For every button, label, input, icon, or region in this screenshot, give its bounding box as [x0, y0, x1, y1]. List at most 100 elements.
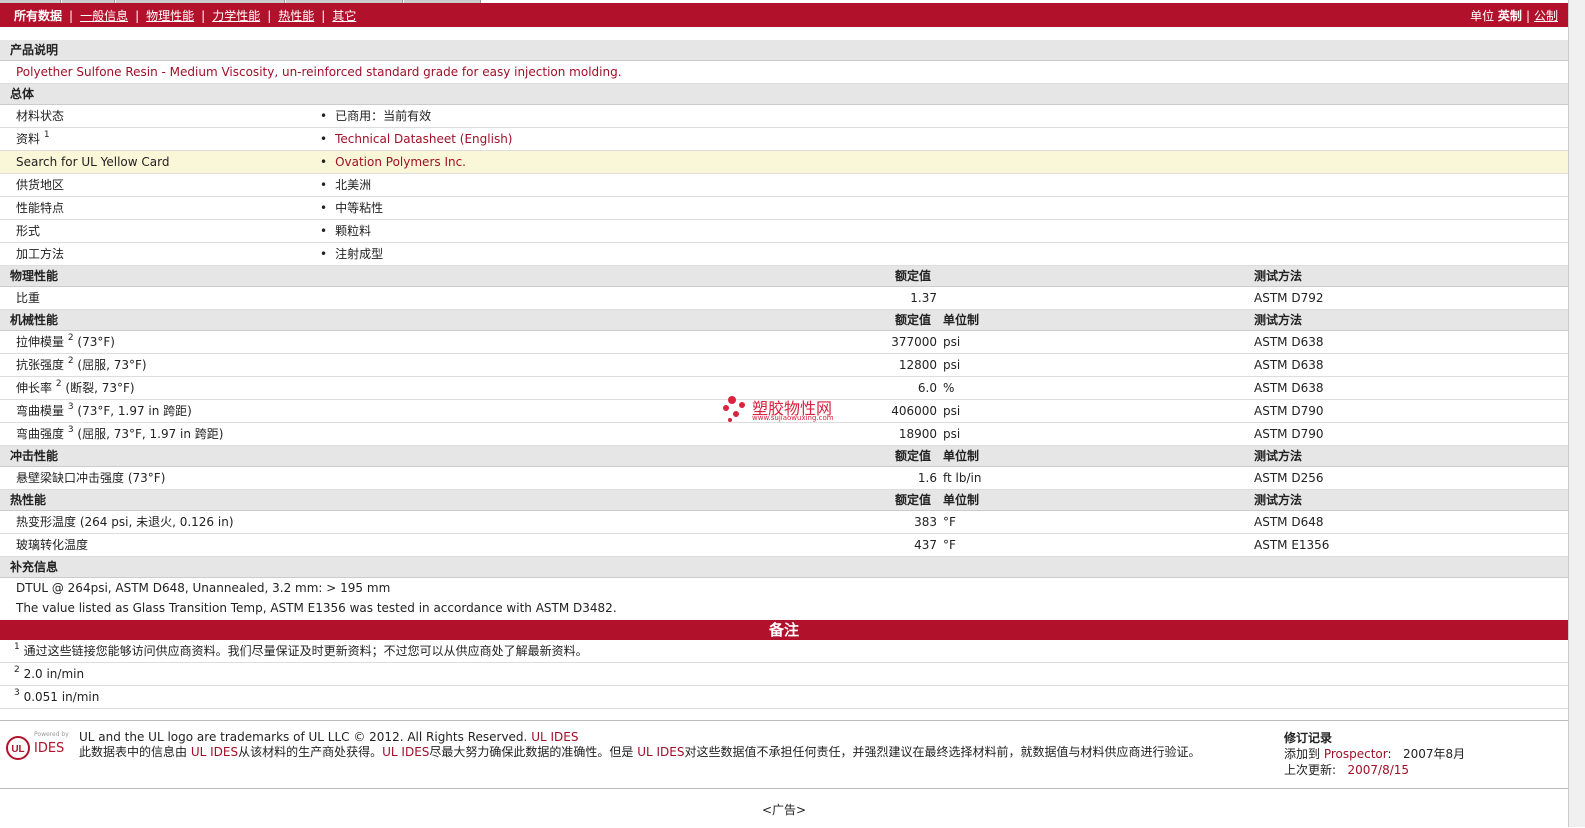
property-unit: ft lb/in	[943, 471, 982, 485]
property-test-method: ASTM D792	[1254, 291, 1324, 305]
property-name: 抗张强度 2 (屈服, 73°F)	[16, 354, 147, 376]
property-value: 1.6	[917, 471, 937, 485]
general-value-text: 注射成型	[335, 247, 384, 261]
property-label: 伸长率	[16, 381, 53, 395]
header-rated-value: 额定值	[895, 449, 932, 463]
section-title: 产品说明	[10, 43, 59, 57]
section-title: 总体	[10, 87, 35, 101]
bullet-icon: •	[320, 109, 328, 123]
general-value-text: 中等粘性	[335, 201, 384, 215]
footnote-ref: 2	[55, 379, 62, 389]
ul-ides-logo[interactable]: UL Powered by IDES	[6, 731, 70, 763]
tab-other[interactable]: 其它	[332, 9, 356, 23]
footnote-ref: 3	[67, 425, 74, 435]
section-header-general: 总体	[0, 84, 1568, 105]
property-test-method: ASTM D638	[1254, 381, 1324, 395]
property-test-method: ASTM D790	[1254, 404, 1324, 418]
general-value-text: 已商用：当前有效	[335, 109, 432, 123]
section-header-product: 产品说明	[0, 40, 1568, 61]
property-unit: psi	[943, 358, 961, 372]
general-value-link[interactable]: Technical Datasheet (English)	[335, 132, 512, 146]
property-condition: (264 psi, 未退火, 0.126 in)	[79, 515, 234, 529]
property-label: 拉伸模量	[16, 335, 65, 349]
vertical-scrollbar[interactable]	[1568, 0, 1585, 827]
footer: UL Powered by IDES UL and the UL logo ar…	[0, 720, 1568, 787]
tab-general-info[interactable]: 一般信息	[80, 9, 128, 23]
general-value: • 颗粒料	[320, 220, 371, 242]
updated-label: 上次更新:	[1284, 763, 1337, 777]
property-condition: (73°F, 1.97 in 跨距)	[77, 404, 192, 418]
note-text: 通过这些链接您能够访问供应商资料。我们尽量保证及时更新资料；不过您可以从供应商处…	[23, 644, 588, 658]
property-row: 弯曲强度 3 (屈服, 73°F, 1.97 in 跨距) 18900 psi AST…	[0, 423, 1568, 446]
property-test-method: ASTM D638	[1254, 358, 1324, 372]
separator: |	[201, 9, 206, 23]
ul-ides-link[interactable]: UL IDES	[382, 745, 429, 759]
property-name: 热变形温度 (264 psi, 未退火, 0.126 in)	[16, 511, 234, 533]
tab-all-data[interactable]: 所有数据	[14, 9, 62, 23]
unit-metric-link[interactable]: 公制	[1534, 9, 1558, 23]
property-name: 悬壁梁缺口冲击强度 (73°F)	[16, 467, 165, 489]
note-number: 3	[14, 688, 20, 698]
prospector-link[interactable]: Prospector	[1324, 747, 1388, 761]
property-value: 377000	[891, 335, 937, 349]
section-header: 机械性能 额定值 单位制 测试方法	[0, 310, 1568, 331]
general-value-text: 颗粒料	[335, 224, 372, 238]
general-label-text: 形式	[16, 224, 41, 238]
property-test-method: ASTM D256	[1254, 471, 1324, 485]
disclaimer-text: 对这些数据值不承担任何责任，并强烈建议在最终选择材料前，就数据值与材料供应商进行…	[684, 745, 1201, 759]
note-number: 1	[14, 642, 20, 652]
units-label: 单位	[1470, 9, 1495, 23]
footnote-ref: 3	[67, 402, 74, 412]
general-row: 材料状态 • 已商用：当前有效	[0, 105, 1568, 128]
tab-thermal[interactable]: 热性能	[278, 9, 314, 23]
section-header: 冲击性能 额定值 单位制 测试方法	[0, 446, 1568, 467]
general-label: 性能特点	[16, 197, 64, 219]
property-name: 弯曲模量 3 (73°F, 1.97 in 跨距)	[16, 400, 192, 422]
property-name: 玻璃转化温度	[16, 534, 88, 556]
general-label: 加工方法	[16, 243, 64, 265]
logo-powered-by: Powered by	[34, 731, 69, 738]
general-label-text: 加工方法	[16, 247, 65, 261]
bullet-icon: •	[320, 224, 328, 238]
ul-ides-link[interactable]: UL IDES	[191, 745, 238, 759]
general-value: • 已商用：当前有效	[320, 105, 431, 127]
property-row: 拉伸模量 2 (73°F) 377000 psi ASTM D638	[0, 331, 1568, 354]
header-unit: 单位制	[943, 449, 980, 463]
property-unit: %	[943, 381, 955, 395]
general-rows: 材料状态 • 已商用：当前有效 资料 1 • Technical Datasheet (E…	[0, 105, 1568, 266]
property-test-method: ASTM D790	[1254, 427, 1324, 441]
property-name: 拉伸模量 2 (73°F)	[16, 331, 115, 353]
general-value-link[interactable]: Ovation Polymers Inc.	[335, 155, 466, 169]
property-row: 悬壁梁缺口冲击强度 (73°F) 1.6 ft lb/in ASTM D256	[0, 467, 1568, 490]
disclaimer-text: 此数据表中的信息由	[79, 745, 188, 759]
general-label: 资料 1	[16, 128, 50, 150]
added-date: 2007年8月	[1403, 747, 1466, 761]
ad-label[interactable]: <广告>	[0, 801, 1568, 818]
section-header-supplement: 补充信息	[0, 557, 1568, 578]
property-label: 抗张强度	[16, 358, 65, 372]
general-row: 加工方法 • 注射成型	[0, 243, 1568, 266]
separator: |	[1525, 9, 1530, 23]
notes-header: 备注	[0, 620, 1568, 640]
general-row: 性能特点 • 中等粘性	[0, 197, 1568, 220]
property-test-method: ASTM D638	[1254, 335, 1324, 349]
logo-ides-text: IDES	[34, 741, 65, 756]
trademark-text: UL and the UL logo are trademarks of UL …	[79, 730, 528, 744]
disclaimer-text: 尽最大努力确保此数据的准确性。但是	[429, 745, 634, 759]
separator: |	[267, 9, 272, 23]
note-text: 0.051 in/min	[23, 690, 100, 704]
tab-physical[interactable]: 物理性能	[146, 9, 194, 23]
revision-title: 修订记录	[1284, 731, 1333, 745]
watermark-url: www.sujiaowuxing.com	[752, 414, 834, 422]
tab-mechanical[interactable]: 力学性能	[212, 9, 260, 23]
property-label: 弯曲强度	[16, 427, 65, 441]
property-test-method: ASTM D648	[1254, 515, 1324, 529]
product-description-row: Polyether Sulfone Resin - Medium Viscosi…	[0, 61, 1568, 84]
ul-ides-link[interactable]: UL IDES	[637, 745, 684, 759]
note-text: 2.0 in/min	[23, 667, 85, 681]
property-row: 玻璃转化温度 437 °F ASTM E1356	[0, 534, 1568, 557]
bullet-icon: •	[320, 201, 328, 215]
general-label-text: 性能特点	[16, 201, 65, 215]
property-test-method: ASTM E1356	[1254, 538, 1330, 552]
ul-ides-link[interactable]: UL IDES	[531, 730, 578, 744]
